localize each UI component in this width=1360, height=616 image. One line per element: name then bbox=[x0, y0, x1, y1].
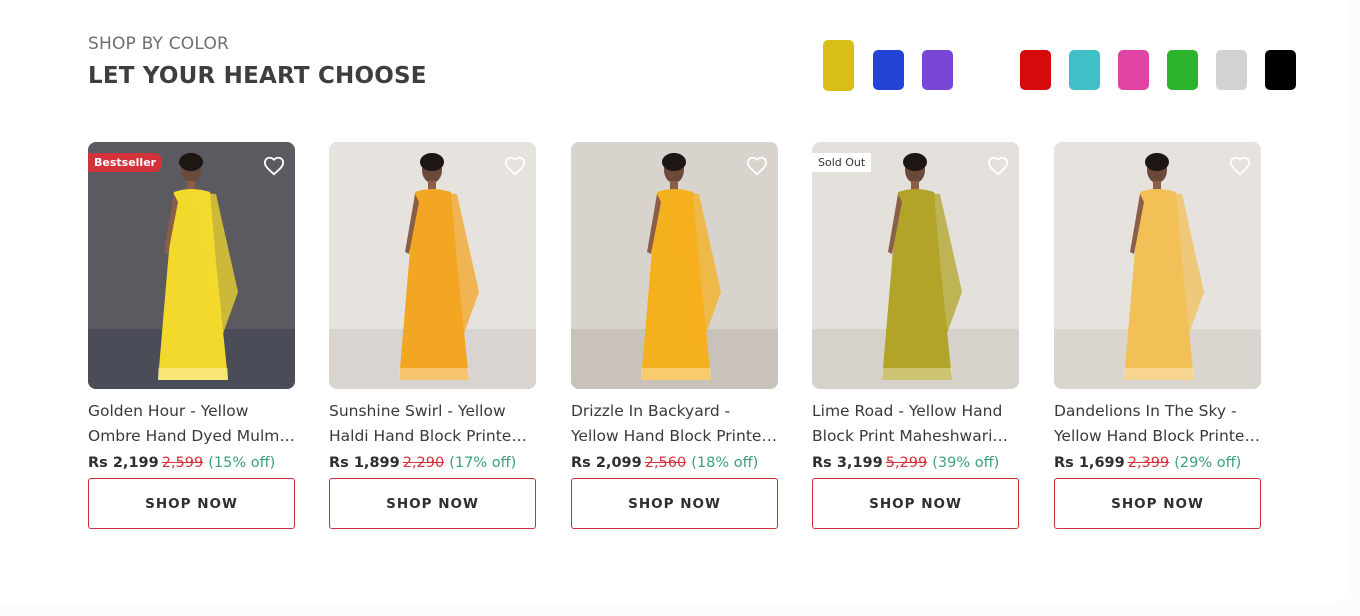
color-swatch-teal[interactable] bbox=[1069, 50, 1100, 90]
color-swatch-grey[interactable] bbox=[1216, 50, 1247, 90]
section-eyebrow: SHOP BY COLOR bbox=[88, 34, 230, 54]
sale-price: Rs 3,199 bbox=[812, 455, 883, 471]
saree-model-illustration bbox=[158, 153, 238, 380]
color-swatch-green[interactable] bbox=[1167, 50, 1198, 90]
product-image[interactable]: Sold Out bbox=[812, 142, 1019, 389]
product-card[interactable]: Bestseller Golden Hour - Yellow Ombre Ha… bbox=[88, 142, 295, 529]
color-swatch-red[interactable] bbox=[1020, 50, 1051, 90]
product-card[interactable]: Sunshine Swirl - Yellow Haldi Hand Block… bbox=[329, 142, 536, 529]
heart-icon[interactable] bbox=[746, 155, 768, 177]
heart-icon[interactable] bbox=[987, 155, 1009, 177]
product-badge: Bestseller bbox=[88, 153, 163, 172]
product-title[interactable]: Lime Road - Yellow Hand Block Print Mahe… bbox=[812, 399, 1019, 449]
discount-percent: (17% off) bbox=[449, 455, 517, 471]
shop-by-color-section: SHOP BY COLOR LET YOUR HEART CHOOSE Best… bbox=[0, 0, 1350, 604]
product-price-row: Rs 1,899 2,290 (17% off) bbox=[329, 455, 536, 471]
color-swatch-blue[interactable] bbox=[873, 50, 904, 90]
product-image[interactable] bbox=[1054, 142, 1261, 389]
saree-model-illustration bbox=[641, 153, 721, 380]
product-card[interactable]: Sold Out Lime Road - Yellow Hand Block P… bbox=[812, 142, 1019, 529]
color-swatch-black[interactable] bbox=[1265, 50, 1296, 90]
original-price: 5,299 bbox=[885, 455, 928, 471]
product-price-row: Rs 2,199 2,599 (15% off) bbox=[88, 455, 295, 471]
product-title[interactable]: Dandelions In The Sky - Yellow Hand Bloc… bbox=[1054, 399, 1261, 449]
discount-percent: (18% off) bbox=[691, 455, 759, 471]
sale-price: Rs 1,899 bbox=[329, 455, 400, 471]
color-swatch-purple[interactable] bbox=[922, 50, 953, 90]
saree-model-illustration bbox=[399, 153, 479, 380]
shop-now-button[interactable]: SHOP NOW bbox=[812, 478, 1019, 529]
original-price: 2,560 bbox=[644, 455, 687, 471]
sale-price: Rs 2,099 bbox=[571, 455, 642, 471]
product-title[interactable]: Sunshine Swirl - Yellow Haldi Hand Block… bbox=[329, 399, 536, 449]
original-price: 2,599 bbox=[161, 455, 204, 471]
saree-model-illustration bbox=[1124, 153, 1204, 380]
discount-percent: (15% off) bbox=[208, 455, 276, 471]
sale-price: Rs 1,699 bbox=[1054, 455, 1125, 471]
product-image[interactable] bbox=[571, 142, 778, 389]
shop-now-button[interactable]: SHOP NOW bbox=[1054, 478, 1261, 529]
shop-now-button[interactable]: SHOP NOW bbox=[88, 478, 295, 529]
shop-now-button[interactable]: SHOP NOW bbox=[329, 478, 536, 529]
heart-icon[interactable] bbox=[263, 155, 285, 177]
shop-now-button[interactable]: SHOP NOW bbox=[571, 478, 778, 529]
saree-model-illustration bbox=[882, 153, 962, 380]
sale-price: Rs 2,199 bbox=[88, 455, 159, 471]
product-card[interactable]: Dandelions In The Sky - Yellow Hand Bloc… bbox=[1054, 142, 1261, 529]
product-badge: Sold Out bbox=[812, 153, 872, 172]
heart-icon[interactable] bbox=[504, 155, 526, 177]
discount-percent: (39% off) bbox=[932, 455, 1000, 471]
product-title[interactable]: Golden Hour - Yellow Ombre Hand Dyed Mul… bbox=[88, 399, 295, 449]
color-swatch-yellow[interactable] bbox=[823, 40, 854, 91]
product-price-row: Rs 1,699 2,399 (29% off) bbox=[1054, 455, 1261, 471]
product-title[interactable]: Drizzle In Backyard - Yellow Hand Block … bbox=[571, 399, 778, 449]
section-heading: LET YOUR HEART CHOOSE bbox=[88, 63, 427, 89]
heart-icon[interactable] bbox=[1229, 155, 1251, 177]
discount-percent: (29% off) bbox=[1174, 455, 1242, 471]
product-price-row: Rs 3,199 5,299 (39% off) bbox=[812, 455, 1019, 471]
product-image[interactable]: Bestseller bbox=[88, 142, 295, 389]
original-price: 2,399 bbox=[1127, 455, 1170, 471]
product-image[interactable] bbox=[329, 142, 536, 389]
color-swatch-pink[interactable] bbox=[1118, 50, 1149, 90]
product-price-row: Rs 2,099 2,560 (18% off) bbox=[571, 455, 778, 471]
product-card[interactable]: Drizzle In Backyard - Yellow Hand Block … bbox=[571, 142, 778, 529]
original-price: 2,290 bbox=[402, 455, 445, 471]
